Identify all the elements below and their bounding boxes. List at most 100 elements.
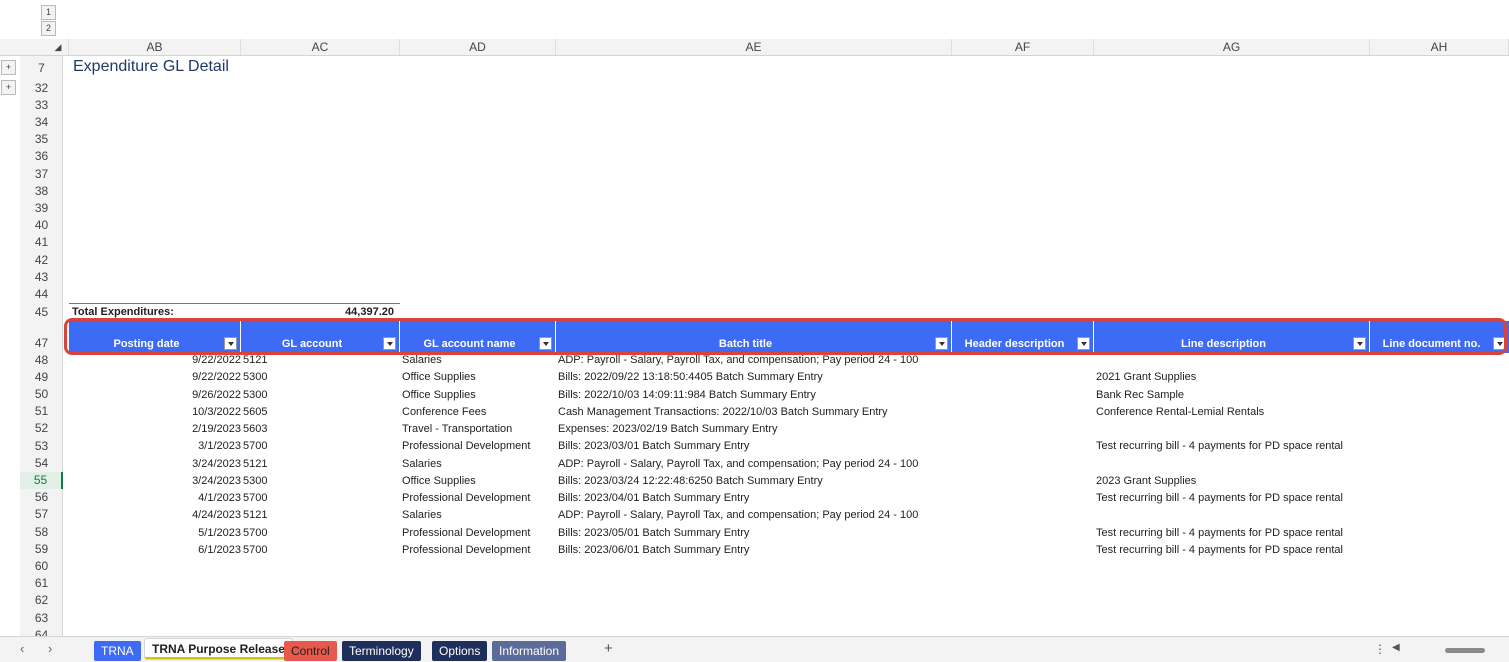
- cell-gl-account-name[interactable]: Professional Development: [402, 525, 554, 542]
- cell-gl-account-name[interactable]: Salaries: [402, 507, 554, 524]
- sheet-tab-information[interactable]: Information: [492, 641, 567, 661]
- expand-group-button[interactable]: +: [1, 80, 16, 95]
- cell-line-document-no[interactable]: [1372, 387, 1507, 404]
- cell-posting-date[interactable]: 9/22/2022: [69, 352, 241, 369]
- cell-posting-date[interactable]: 6/1/2023: [69, 542, 241, 559]
- cell-gl-account[interactable]: 5700: [243, 490, 393, 507]
- chevron-left-icon[interactable]: ‹: [20, 641, 24, 656]
- cell-line-document-no[interactable]: [1372, 404, 1507, 421]
- cell-batch-title[interactable]: ADP: Payroll - Salary, Payroll Tax, and …: [558, 456, 950, 473]
- cell-gl-account-name[interactable]: Conference Fees: [402, 404, 554, 421]
- column-header-ad[interactable]: AD: [400, 39, 556, 55]
- row-number[interactable]: 50: [20, 386, 63, 403]
- cell-gl-account-name[interactable]: Office Supplies: [402, 369, 554, 386]
- cell-header-description[interactable]: [954, 387, 1092, 404]
- scrollbar-thumb[interactable]: [1445, 648, 1485, 653]
- row-number[interactable]: 58: [20, 524, 63, 541]
- cell-line-description[interactable]: Test recurring bill - 4 payments for PD …: [1096, 490, 1368, 507]
- row-number[interactable]: 41: [20, 234, 63, 251]
- cell-header-description[interactable]: [954, 369, 1092, 386]
- cell-line-description[interactable]: Test recurring bill - 4 payments for PD …: [1096, 542, 1368, 559]
- select-all-corner[interactable]: ◢: [48, 39, 69, 55]
- sheet-tab-options[interactable]: Options: [432, 641, 488, 661]
- cell-batch-title[interactable]: ADP: Payroll - Salary, Payroll Tax, and …: [558, 507, 950, 524]
- cell-line-document-no[interactable]: [1372, 438, 1507, 455]
- row-number[interactable]: 33: [20, 97, 63, 114]
- chevron-right-icon[interactable]: ›: [48, 641, 52, 656]
- scroll-left-icon[interactable]: ◀: [1392, 642, 1400, 653]
- col-outline-level-1-button[interactable]: 1: [41, 5, 56, 20]
- cell-gl-account[interactable]: 5605: [243, 404, 393, 421]
- cell-posting-date[interactable]: 5/1/2023: [69, 525, 241, 542]
- cell-header-description[interactable]: [954, 352, 1092, 369]
- cell-posting-date[interactable]: 3/1/2023: [69, 438, 241, 455]
- cell-batch-title[interactable]: Cash Management Transactions: 2022/10/03…: [558, 404, 950, 421]
- cell-header-description[interactable]: [954, 473, 1092, 490]
- cell-posting-date[interactable]: 3/24/2023: [69, 473, 241, 490]
- add-sheet-button[interactable]: +: [604, 640, 613, 657]
- cell-gl-account[interactable]: 5700: [243, 525, 393, 542]
- cell-line-document-no[interactable]: [1372, 473, 1507, 490]
- row-number[interactable]: 38: [20, 183, 63, 200]
- row-number[interactable]: 63: [20, 610, 63, 627]
- cell-batch-title[interactable]: Bills: 2022/09/22 13:18:50:4405 Batch Su…: [558, 369, 950, 386]
- cell-header-description[interactable]: [954, 507, 1092, 524]
- cell-gl-account[interactable]: 5700: [243, 438, 393, 455]
- row-number[interactable]: 51: [20, 403, 63, 420]
- cell-gl-account[interactable]: 5300: [243, 473, 393, 490]
- cell-line-description[interactable]: [1096, 507, 1368, 524]
- row-number[interactable]: 43: [20, 269, 63, 286]
- cell-posting-date[interactable]: 4/1/2023: [69, 490, 241, 507]
- row-number[interactable]: 60: [20, 558, 63, 575]
- row-number[interactable]: 36: [20, 148, 63, 165]
- cell-batch-title[interactable]: Bills: 2023/06/01 Batch Summary Entry: [558, 542, 950, 559]
- sheet-tab-control[interactable]: Control: [284, 641, 337, 661]
- cell-batch-title[interactable]: ADP: Payroll - Salary, Payroll Tax, and …: [558, 352, 950, 369]
- row-number[interactable]: 48: [20, 352, 63, 369]
- cell-line-document-no[interactable]: [1372, 352, 1507, 369]
- column-header-ae[interactable]: AE: [556, 39, 952, 55]
- row-number[interactable]: 40: [20, 217, 63, 234]
- cell-gl-account-name[interactable]: Salaries: [402, 352, 554, 369]
- col-outline-level-2-button[interactable]: 2: [41, 21, 56, 36]
- cell-header-description[interactable]: [954, 456, 1092, 473]
- cell-posting-date[interactable]: 2/19/2023: [69, 421, 241, 438]
- row-number[interactable]: 59: [20, 541, 63, 558]
- expand-group-button[interactable]: +: [1, 60, 16, 75]
- row-number[interactable]: 57: [20, 506, 63, 523]
- cell-gl-account[interactable]: 5121: [243, 352, 393, 369]
- row-number[interactable]: 42: [20, 252, 63, 269]
- cell-line-document-no[interactable]: [1372, 525, 1507, 542]
- column-header-ab[interactable]: AB: [69, 39, 241, 55]
- cell-gl-account-name[interactable]: Professional Development: [402, 438, 554, 455]
- cell-line-description[interactable]: Test recurring bill - 4 payments for PD …: [1096, 438, 1368, 455]
- cell-batch-title[interactable]: Expenses: 2023/02/19 Batch Summary Entry: [558, 421, 950, 438]
- column-header-ag[interactable]: AG: [1094, 39, 1370, 55]
- cell-gl-account-name[interactable]: Office Supplies: [402, 473, 554, 490]
- row-number[interactable]: 49: [20, 369, 63, 386]
- row-number[interactable]: 32: [20, 80, 63, 97]
- cell-gl-account[interactable]: 5603: [243, 421, 393, 438]
- row-number[interactable]: 39: [20, 200, 63, 217]
- cell-line-document-no[interactable]: [1372, 507, 1507, 524]
- cell-line-description[interactable]: 2021 Grant Supplies: [1096, 369, 1368, 386]
- cell-header-description[interactable]: [954, 404, 1092, 421]
- cell-line-description[interactable]: Test recurring bill - 4 payments for PD …: [1096, 525, 1368, 542]
- sheet-tab-trna-purpose-release[interactable]: TRNA Purpose Release: [145, 639, 292, 659]
- cell-posting-date[interactable]: 10/3/2022: [69, 404, 241, 421]
- cell-batch-title[interactable]: Bills: 2023/04/01 Batch Summary Entry: [558, 490, 950, 507]
- cell-line-document-no[interactable]: [1372, 456, 1507, 473]
- cell-line-document-no[interactable]: [1372, 490, 1507, 507]
- cell-line-description[interactable]: 2023 Grant Supplies: [1096, 473, 1368, 490]
- cell-posting-date[interactable]: 9/22/2022: [69, 369, 241, 386]
- cell-gl-account-name[interactable]: Office Supplies: [402, 387, 554, 404]
- more-options-icon[interactable]: ⋮: [1374, 642, 1386, 656]
- row-number[interactable]: 52: [20, 420, 63, 437]
- cell-gl-account-name[interactable]: Professional Development: [402, 490, 554, 507]
- cell-gl-account-name[interactable]: Travel - Transportation: [402, 421, 554, 438]
- sheet-tab-terminology[interactable]: Terminology: [342, 641, 421, 661]
- row-number[interactable]: 53: [20, 438, 63, 455]
- cell-line-description[interactable]: Bank Rec Sample: [1096, 387, 1368, 404]
- horizontal-scrollbar[interactable]: ⋮ ◀: [1370, 641, 1509, 659]
- row-number[interactable]: 45: [20, 304, 63, 321]
